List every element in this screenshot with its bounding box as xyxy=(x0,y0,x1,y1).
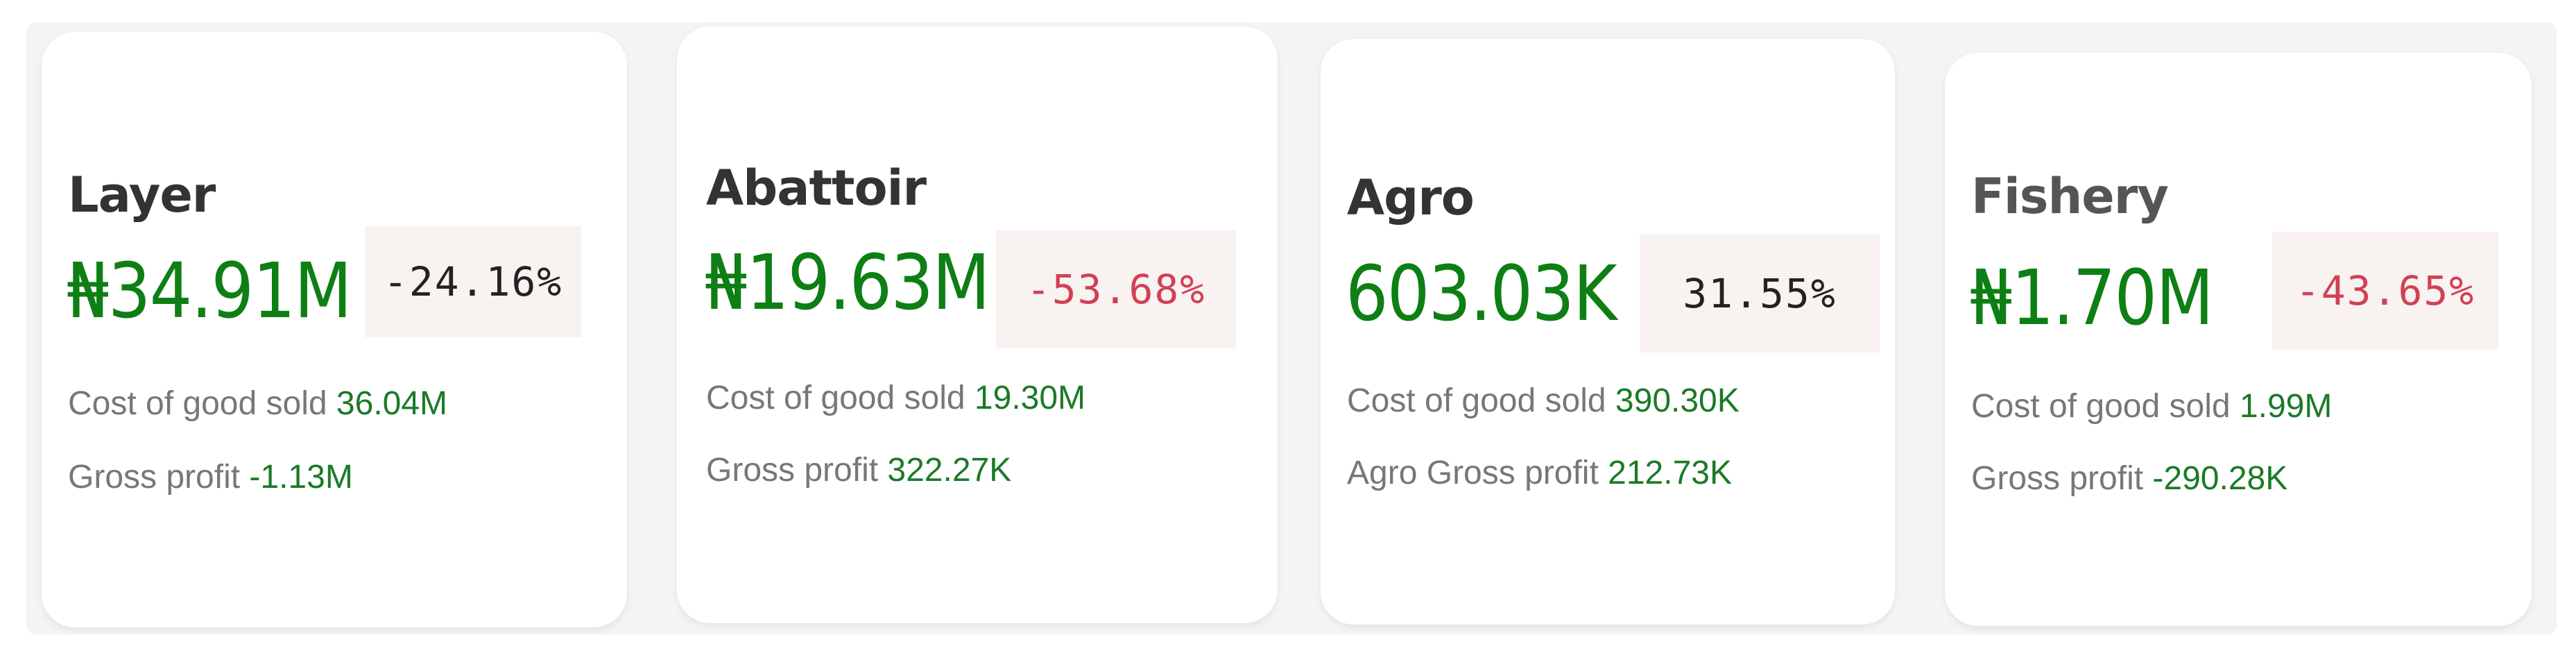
metric-value: 19.30M xyxy=(974,380,1086,416)
metric-label: Cost of good sold xyxy=(68,385,327,422)
change-badge: -43.65% xyxy=(2272,232,2498,350)
change-percent: -43.65% xyxy=(2295,267,2475,314)
metric-label: Gross profit xyxy=(68,459,241,496)
metric-cost-of-goods-sold: Cost of good sold 19.30M xyxy=(706,382,1085,415)
card-value: 603.03K xyxy=(1346,249,1617,338)
card-value: ₦1.70M xyxy=(1970,253,2214,342)
metric-value: -1.13M xyxy=(249,459,353,496)
metric-gross-profit: Gross profit -290.28K xyxy=(1971,462,2287,496)
metric-value: 212.73K xyxy=(1608,455,1732,491)
kpi-card-abattoir[interactable]: Abattoir ₦19.63M -53.68% Cost of good so… xyxy=(677,26,1278,623)
kpi-card-fishery[interactable]: Fishery ₦1.70M -43.65% Cost of good sold… xyxy=(1945,53,2532,626)
metric-value: 322.27K xyxy=(887,452,1012,489)
metric-gross-profit: Gross profit 322.27K xyxy=(706,454,1011,487)
kpi-card-layer[interactable]: Layer ₦34.91M -24.16% Cost of good sold … xyxy=(42,32,627,627)
metric-gross-profit: Gross profit -1.13M xyxy=(68,461,353,494)
metric-label: Cost of good sold xyxy=(706,380,965,416)
metric-value: 36.04M xyxy=(336,385,448,422)
metric-label: Cost of good sold xyxy=(1971,388,2231,425)
kpi-dashboard: Layer ₦34.91M -24.16% Cost of good sold … xyxy=(26,22,2557,634)
metric-cost-of-goods-sold: Cost of good sold 390.30K xyxy=(1347,384,1740,418)
metric-label: Gross profit xyxy=(706,452,879,489)
card-title: Abattoir xyxy=(706,160,927,217)
card-value: ₦34.91M xyxy=(67,246,352,335)
card-title: Layer xyxy=(68,167,216,223)
metric-value: 390.30K xyxy=(1615,382,1740,419)
metric-label: Gross profit xyxy=(1971,460,2144,497)
metric-cost-of-goods-sold: Cost of good sold 36.04M xyxy=(68,387,447,421)
metric-label: Agro Gross profit xyxy=(1347,455,1599,491)
kpi-card-agro[interactable]: Agro 603.03K 31.55% Cost of good sold 39… xyxy=(1321,39,1895,625)
card-title: Fishery xyxy=(1971,168,2169,225)
change-badge: 31.55% xyxy=(1640,235,1880,353)
card-title: Agro xyxy=(1347,169,1475,226)
metric-label: Cost of good sold xyxy=(1347,382,1606,419)
metric-value: -290.28K xyxy=(2152,460,2288,497)
change-percent: -53.68% xyxy=(1026,266,1206,313)
change-percent: -24.16% xyxy=(383,258,563,305)
metric-gross-profit: Agro Gross profit 212.73K xyxy=(1347,457,1732,490)
change-badge: -24.16% xyxy=(365,226,581,337)
metric-cost-of-goods-sold: Cost of good sold 1.99M xyxy=(1971,390,2332,423)
change-badge: -53.68% xyxy=(996,230,1236,348)
change-percent: 31.55% xyxy=(1683,270,1837,317)
card-value: ₦19.63M xyxy=(705,238,990,327)
metric-value: 1.99M xyxy=(2239,388,2333,425)
